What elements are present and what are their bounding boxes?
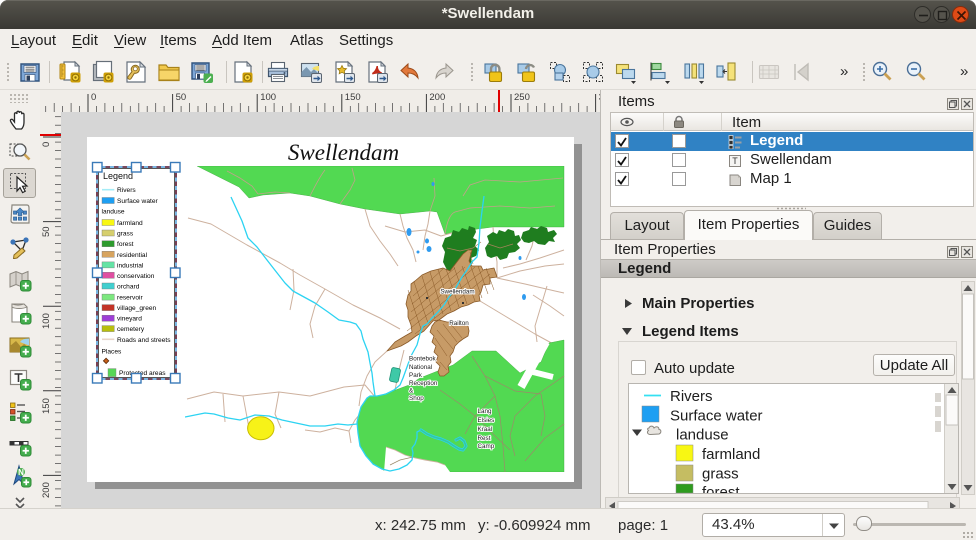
svg-text:0: 0 <box>91 92 96 103</box>
svg-text:T: T <box>732 156 738 166</box>
svg-text:50: 50 <box>176 92 187 103</box>
svg-text:Shop: Shop <box>409 395 424 402</box>
svg-text:0: 0 <box>41 142 52 147</box>
svg-text:forest: forest <box>702 484 740 493</box>
svg-text:250: 250 <box>514 92 530 103</box>
svg-text:100: 100 <box>260 92 276 103</box>
svg-text:Surface water: Surface water <box>670 408 763 425</box>
svg-text:Bontebok: Bontebok <box>409 356 436 363</box>
svg-text:200: 200 <box>429 92 445 103</box>
svg-text:Park: Park <box>409 372 423 379</box>
svg-text:landuse: landuse <box>676 427 729 444</box>
svg-text:Lang: Lang <box>478 408 493 415</box>
svg-text:N: N <box>18 468 24 477</box>
svg-text:Elsies: Elsies <box>478 417 495 424</box>
svg-text:Railton: Railton <box>449 320 469 327</box>
svg-text:National: National <box>409 364 432 371</box>
svg-text:100: 100 <box>41 313 52 329</box>
svg-text:Kraal: Kraal <box>478 426 493 433</box>
svg-text:farmland: farmland <box>702 446 760 463</box>
svg-text:Reception: Reception <box>409 380 438 387</box>
svg-text:Swellendam: Swellendam <box>440 289 474 296</box>
svg-text:Rest: Rest <box>478 435 491 442</box>
svg-text:150: 150 <box>345 92 361 103</box>
svg-text:Rivers: Rivers <box>670 388 713 405</box>
svg-text:grass: grass <box>702 466 739 483</box>
svg-text:50: 50 <box>41 226 52 237</box>
svg-text:200: 200 <box>41 482 52 498</box>
svg-text:150: 150 <box>41 398 52 414</box>
svg-text:Camp: Camp <box>478 443 495 450</box>
